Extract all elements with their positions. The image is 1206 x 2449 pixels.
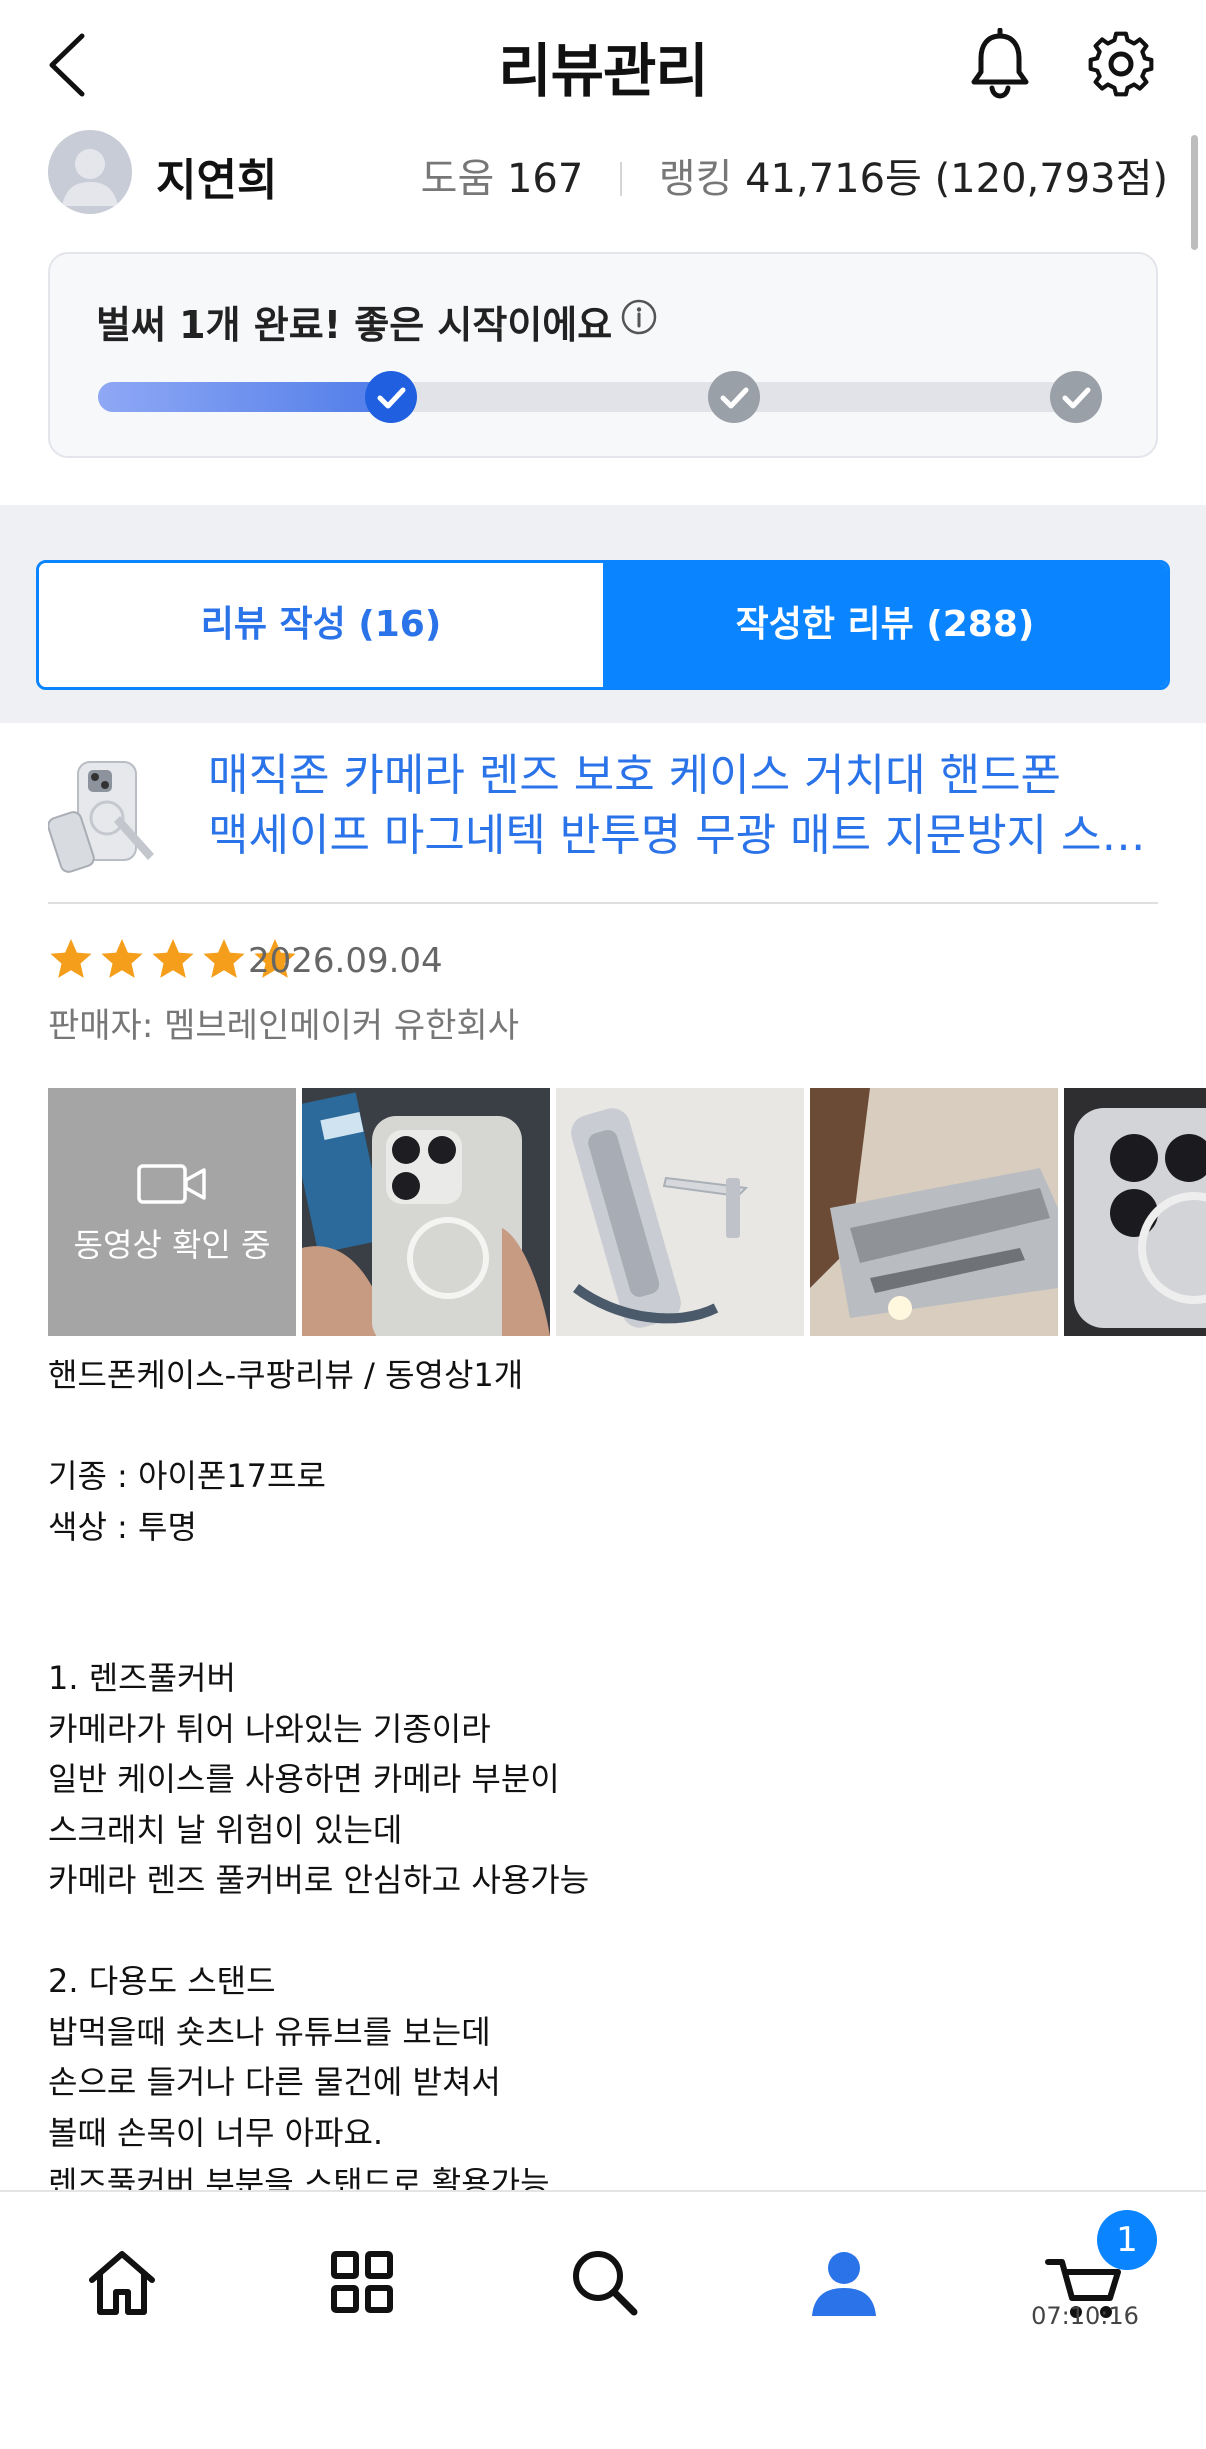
top-header: 리뷰관리 [0, 0, 1206, 130]
progress-fill [98, 382, 402, 412]
cart-timer: 07:10:16 [1031, 2302, 1139, 2330]
bell-icon [971, 27, 1029, 99]
scrollbar[interactable] [1191, 135, 1198, 250]
rank-value: 41,716등 (120,793점) [745, 156, 1168, 202]
checkmark-icon [720, 387, 749, 409]
review-line [48, 1401, 1158, 1452]
review-management-screen: 리뷰관리 지연희 도움 167 랭킹 41,716등 (120,793점) 벌써… [0, 0, 1206, 2449]
video-processing-label: 동영상 확인 중 [73, 1226, 271, 1264]
photo-camera-lens-image [1064, 1088, 1206, 1336]
review-line: 밥먹을때 숏츠나 유튜브를 보는데 [48, 2012, 491, 2051]
nav-search[interactable] [564, 2242, 644, 2322]
review-line: 2. 다용도 스탠드 [48, 1962, 276, 2000]
tab-written-reviews[interactable]: 작성한 리뷰 (288) [603, 563, 1167, 687]
review-line [48, 1552, 1158, 1603]
star-icon [152, 939, 194, 978]
nav-home[interactable] [82, 2242, 162, 2322]
review-photo-1[interactable] [287, 1088, 550, 1336]
help-label: 도움 [420, 156, 495, 202]
review-line [48, 1603, 1158, 1654]
review-body: 핸드폰케이스-쿠팡리뷰 / 동영상1개기종 : 아이폰17프로색상 : 투명 1.… [48, 1350, 1158, 2209]
video-thumbnail[interactable]: 동영상 확인 중 [48, 1088, 296, 1336]
stats-divider [620, 162, 623, 196]
notifications-button[interactable] [965, 27, 1035, 100]
rank-label: 랭킹 [658, 156, 733, 202]
review-line: 1. 렌즈풀커버 [48, 1659, 236, 1697]
review-media-strip[interactable]: 동영상 확인 중 [48, 1088, 1206, 1336]
progress-step-1 [365, 371, 418, 423]
review-line: 색상 : 투명 [48, 1507, 197, 1546]
avatar[interactable] [48, 130, 132, 214]
cart-count-badge: 1 [1097, 2210, 1157, 2270]
progress-card: 벌써 1개 완료! 좋은 시작이에요 [48, 252, 1158, 458]
nav-my-page[interactable] [804, 2242, 884, 2322]
review-tabs: 리뷰 작성 (16) 작성한 리뷰 (288) [36, 560, 1170, 690]
product-thumbnail[interactable] [48, 756, 168, 876]
product-name-line-1: 매직존 카메라 렌즈 보호 케이스 거치대 핸드폰 [208, 750, 1062, 801]
categories-icon [331, 2251, 393, 2313]
settings-button[interactable] [1086, 28, 1156, 100]
review-photo-2[interactable] [556, 1088, 804, 1336]
review-line: 기종 : 아이폰17프로 [48, 1457, 326, 1495]
review-line: 카메라 렌즈 풀커버로 안심하고 사용가능 [48, 1861, 590, 1899]
checkmark-icon [1062, 387, 1091, 409]
photo-phone-in-hand-image [287, 1088, 550, 1336]
product-name-line-2: 맥세이프 마그네텍 반투명 무광 매트 지문방지 스… [208, 810, 1146, 861]
photo-phone-side-image [810, 1088, 1058, 1336]
photo-phone-stand-image [556, 1088, 804, 1336]
my-page-icon [812, 2252, 876, 2316]
review-photo-3[interactable] [810, 1088, 1058, 1336]
nav-categories[interactable] [322, 2242, 402, 2322]
product-divider [48, 902, 1158, 904]
help-count: 167 [506, 156, 584, 202]
profile-row: 지연희 도움 167 랭킹 41,716등 (120,793점) [48, 130, 1168, 216]
search-icon [573, 2251, 638, 2316]
review-line: 핸드폰케이스-쿠팡리뷰 / 동영상1개 [48, 1356, 524, 1394]
review-date: 2026.09.04 [248, 941, 443, 981]
user-stats: 도움 167 랭킹 41,716등 (120,793점) [421, 146, 1168, 204]
review-line: 볼때 손목이 너무 아파요. [48, 2113, 384, 2152]
star-icon [101, 939, 143, 978]
product-name[interactable]: 매직존 카메라 렌즈 보호 케이스 거치대 핸드폰 맥세이프 마그네텍 반투명 … [208, 746, 1168, 866]
review-line: 카메라가 튀어 나와있는 기종이라 [48, 1709, 491, 1748]
star-icon [50, 939, 92, 978]
info-icon[interactable] [620, 298, 658, 336]
home-icon [89, 2251, 155, 2315]
review-photo-4[interactable] [1064, 1088, 1206, 1336]
gear-icon [1088, 31, 1154, 97]
star-icon [203, 939, 245, 978]
product-header[interactable]: 매직존 카메라 렌즈 보호 케이스 거치대 핸드폰 맥세이프 마그네텍 반투명 … [48, 740, 1158, 900]
checkmark-icon [377, 387, 406, 409]
review-line: 스크래치 날 위험이 있는데 [48, 1810, 403, 1849]
review-line [48, 1906, 1158, 1957]
progress-step-3 [1050, 371, 1102, 423]
progress-step-2 [707, 371, 760, 423]
review-line: 일반 케이스를 사용하면 카메라 부분이 [48, 1760, 560, 1798]
progress-message: 벌써 1개 완료! 좋은 시작이에요 [96, 303, 613, 347]
user-avatar-icon [62, 149, 118, 206]
seller-name: 판매자: 멤브레인메이커 유한회사 [48, 1006, 519, 1046]
video-camera-icon [137, 1164, 206, 1204]
progress-track [98, 382, 1102, 412]
review-line: 손으로 들거나 다른 물건에 받쳐서 [48, 2063, 501, 2101]
tab-write-review[interactable]: 리뷰 작성 (16) [39, 563, 603, 687]
user-name: 지연희 [156, 155, 278, 206]
